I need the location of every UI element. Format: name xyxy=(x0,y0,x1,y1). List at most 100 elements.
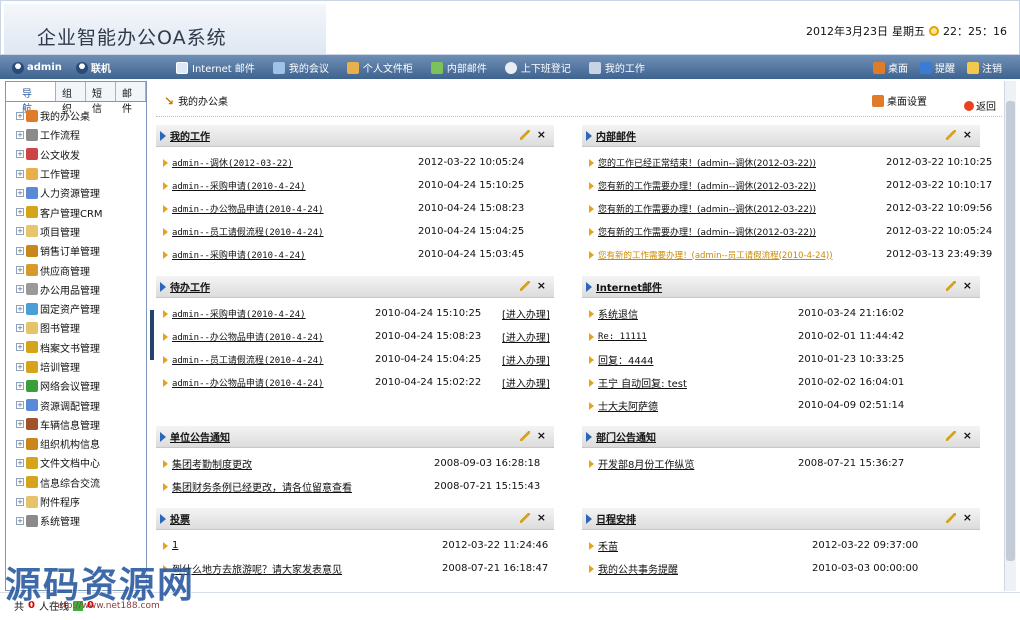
close-icon[interactable]: × xyxy=(537,511,546,524)
desktop-button[interactable]: 桌面 xyxy=(873,60,908,75)
item-link[interactable]: admin--员工请假流程(2010-4-24) xyxy=(172,353,324,366)
item-link[interactable]: admin--采购申请(2010-4-24) xyxy=(172,248,306,261)
expand-icon[interactable]: + xyxy=(16,478,24,487)
item-link[interactable]: 集团财务条例已经更改，请各位留意查看 xyxy=(172,479,352,494)
close-icon[interactable]: × xyxy=(537,128,546,141)
expand-icon[interactable]: + xyxy=(16,458,24,467)
expand-icon[interactable]: + xyxy=(16,266,24,275)
expand-icon[interactable]: + xyxy=(16,188,24,197)
process-link[interactable]: [进入办理] xyxy=(502,329,550,344)
edit-icon[interactable] xyxy=(520,513,530,523)
item-link[interactable]: admin--办公物品申请(2010-4-24) xyxy=(172,330,324,343)
item-link[interactable]: 我的公共事务提醒 xyxy=(598,561,678,576)
expand-icon[interactable]: + xyxy=(16,439,24,448)
tree-item-training[interactable]: + 培训管理 xyxy=(16,357,146,376)
tree-item-archives[interactable]: + 档案文书管理 xyxy=(16,338,146,357)
panel-title[interactable]: 我的工作 xyxy=(170,128,210,143)
expand-icon[interactable]: + xyxy=(16,227,24,236)
contact-status[interactable]: 联机 xyxy=(75,60,111,75)
tree-item-workflow[interactable]: + 工作流程 xyxy=(16,125,146,144)
tree-item-vehicles[interactable]: + 车辆信息管理 xyxy=(16,415,146,434)
tree-item-online-meetings[interactable]: + 网络会议管理 xyxy=(16,376,146,395)
tree-item-suppliers[interactable]: + 供应商管理 xyxy=(16,260,146,279)
expand-icon[interactable]: + xyxy=(16,497,24,506)
logout-button[interactable]: 注销 xyxy=(967,60,1002,75)
item-link[interactable]: 禾苗 xyxy=(598,538,618,553)
panel-title[interactable]: 内部邮件 xyxy=(596,128,636,143)
edit-icon[interactable] xyxy=(946,130,956,140)
expand-icon[interactable]: + xyxy=(16,362,24,371)
item-link[interactable]: admin--办公物品申请(2010-4-24) xyxy=(172,202,324,215)
edit-icon[interactable] xyxy=(520,130,530,140)
tree-item-resources[interactable]: + 资源调配管理 xyxy=(16,395,146,414)
item-link[interactable]: 您的工作已经正常结束！(admin--调休(2012-03-22)) xyxy=(598,156,816,169)
process-link[interactable]: [进入办理] xyxy=(502,352,550,367)
expand-icon[interactable]: + xyxy=(16,420,24,429)
item-link[interactable]: 您有新的工作需要办理！(admin--调休(2012-03-22)) xyxy=(598,179,816,192)
tree-item-projects[interactable]: + 项目管理 xyxy=(16,222,146,241)
item-link[interactable]: admin--采购申请(2010-4-24) xyxy=(172,179,306,192)
item-link[interactable]: admin--员工请假流程(2010-4-24) xyxy=(172,225,324,238)
tab-sms[interactable]: 短信 xyxy=(86,82,116,115)
expand-icon[interactable]: + xyxy=(16,246,24,255)
expand-icon[interactable]: + xyxy=(16,304,24,313)
close-icon[interactable]: × xyxy=(963,511,972,524)
edit-icon[interactable] xyxy=(520,281,530,291)
item-link[interactable]: Re: 11111 xyxy=(598,332,647,342)
expand-icon[interactable]: + xyxy=(16,150,24,159)
tree-item-office-supplies[interactable]: + 办公用品管理 xyxy=(16,280,146,299)
item-link[interactable]: 开发部8月份工作纵览 xyxy=(598,456,694,471)
nav-file-cabinet[interactable]: 个人文件柜 xyxy=(346,60,413,75)
process-link[interactable]: [进入办理] xyxy=(502,306,550,321)
item-link[interactable]: 回复：4444 xyxy=(598,352,653,367)
close-icon[interactable]: × xyxy=(963,429,972,442)
edit-icon[interactable] xyxy=(946,281,956,291)
edit-icon[interactable] xyxy=(946,513,956,523)
nav-internet-mail[interactable]: Internet 邮件 xyxy=(176,60,255,75)
remind-button[interactable]: 提醒 xyxy=(920,60,955,75)
close-icon[interactable]: × xyxy=(537,429,546,442)
item-link[interactable]: 您有新的工作需要办理！(admin--员工请假流程(2010-4-24)) xyxy=(598,249,833,261)
scroll-thumb[interactable] xyxy=(1006,101,1015,561)
expand-icon[interactable]: + xyxy=(16,323,24,332)
sidebar-splitter[interactable] xyxy=(150,310,154,360)
nav-attendance[interactable]: 上下班登记 xyxy=(504,60,571,75)
process-link[interactable]: [进入办理] xyxy=(502,375,550,390)
expand-icon[interactable]: + xyxy=(16,130,24,139)
tree-item-system[interactable]: + 系统管理 xyxy=(16,511,146,530)
main-scrollbar[interactable] xyxy=(1004,81,1016,591)
item-link[interactable]: 王宁 自动回复: test xyxy=(598,375,687,390)
nav-my-meetings[interactable]: 我的会议 xyxy=(272,60,329,75)
tree-item-hr[interactable]: + 人力资源管理 xyxy=(16,183,146,202)
item-link[interactable]: 系统退信 xyxy=(598,306,638,321)
panel-title[interactable]: Internet邮件 xyxy=(596,279,662,294)
expand-icon[interactable]: + xyxy=(16,285,24,294)
tab-navigation[interactable]: 导航 xyxy=(6,82,56,115)
nav-internal-mail[interactable]: 内部邮件 xyxy=(430,60,487,75)
close-icon[interactable]: × xyxy=(963,128,972,141)
tree-item-documents[interactable]: + 公文收发 xyxy=(16,145,146,164)
tree-item-file-center[interactable]: + 文件文档中心 xyxy=(16,453,146,472)
panel-title[interactable]: 部门公告通知 xyxy=(596,429,656,444)
tree-item-organization[interactable]: + 组织机构信息 xyxy=(16,434,146,453)
panel-title[interactable]: 待办工作 xyxy=(170,279,210,294)
nav-my-work[interactable]: 我的工作 xyxy=(588,60,645,75)
tree-item-fixed-assets[interactable]: + 固定资产管理 xyxy=(16,299,146,318)
tree-item-crm[interactable]: + 客户管理CRM xyxy=(16,202,146,221)
item-link[interactable]: 士大夫阿萨德 xyxy=(598,398,658,413)
item-link[interactable]: 集团考勤制度更改 xyxy=(172,456,252,471)
edit-icon[interactable] xyxy=(520,431,530,441)
panel-title[interactable]: 投票 xyxy=(170,511,190,526)
tab-mail[interactable]: 邮件 xyxy=(116,82,146,115)
tree-item-attachments[interactable]: + 附件程序 xyxy=(16,492,146,511)
expand-icon[interactable]: + xyxy=(16,381,24,390)
edit-icon[interactable] xyxy=(946,431,956,441)
close-icon[interactable]: × xyxy=(963,279,972,292)
desk-settings-button[interactable]: 桌面设置 xyxy=(872,93,927,108)
item-link[interactable]: admin--调休(2012-03-22) xyxy=(172,156,293,169)
item-link[interactable]: admin--采购申请(2010-4-24) xyxy=(172,307,306,320)
tree-item-library[interactable]: + 图书管理 xyxy=(16,318,146,337)
tab-organization[interactable]: 组织 xyxy=(56,82,86,115)
item-link[interactable]: 1 xyxy=(172,540,178,551)
expand-icon[interactable]: + xyxy=(16,111,24,120)
